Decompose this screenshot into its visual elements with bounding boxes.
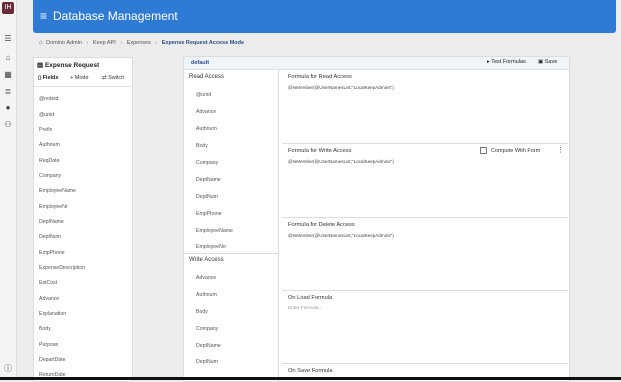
write-formula-box[interactable]: Formula for Write Access @IsMember(@User… — [282, 143, 568, 218]
list-item[interactable]: Body — [196, 309, 208, 315]
tab-fields[interactable]: ▯ Fields — [38, 75, 58, 81]
breadcrumb-item[interactable]: Expenses — [127, 40, 151, 46]
breadcrumb-separator: › — [155, 40, 158, 46]
fields-panel: ▤ Expense Request ▯ Fields + Mode ⇄ Swit… — [33, 57, 133, 382]
switch-icon: ⇄ — [102, 75, 107, 81]
breadcrumb-current: Expense Request Access Mode — [161, 40, 245, 46]
list-item[interactable]: Explanation — [39, 311, 66, 317]
list-item[interactable]: EstCost — [39, 280, 57, 286]
save-button[interactable]: ▣ Save — [538, 59, 557, 65]
breadcrumb: ⌂ Domino Admin › Keep API › Expenses › E… — [39, 40, 244, 46]
list-item[interactable]: DepartDate — [39, 357, 66, 363]
fields-icon: ▯ — [38, 75, 42, 81]
breadcrumb-item[interactable]: Domino Admin — [46, 40, 82, 46]
list-item[interactable]: EmployeeNr — [39, 204, 68, 210]
compute-with-form-checkbox[interactable]: Compute With Form — [480, 147, 540, 154]
list-item[interactable]: DeptNum — [196, 359, 218, 365]
read-access-title: Read Access — [189, 74, 225, 80]
onload-formula-label: On Load Formula — [288, 295, 333, 301]
list-item[interactable]: Body — [196, 143, 208, 149]
user-icon[interactable]: ● — [3, 103, 13, 113]
list-item[interactable]: EmpPhone — [39, 250, 65, 256]
form-icon: ▤ — [37, 62, 44, 69]
formula-panel: default ▸ Test Formulas ▣ Save Read Acce… — [183, 56, 570, 382]
mode-name: default — [191, 60, 210, 66]
list-item[interactable]: DeptName — [196, 343, 221, 349]
list-item[interactable]: Company — [196, 326, 218, 332]
list-item[interactable]: ExpenseDescription — [39, 265, 85, 271]
plus-icon: + — [70, 75, 74, 81]
list-item[interactable]: DeptName — [196, 177, 221, 183]
group-icon[interactable]: ⚇ — [3, 120, 13, 130]
list-item[interactable]: DeptName — [39, 219, 64, 225]
list-item[interactable]: Company — [39, 173, 61, 179]
left-rail: IH ☰ ⌂ ▦ ≣ ● ⚇ ⓘ — [0, 0, 17, 380]
list-item[interactable]: EmployeeName — [39, 188, 76, 194]
list-item[interactable]: EmployeeNo — [196, 244, 226, 250]
read-formula-code[interactable]: @IsMember(@UserNamesList;"LocalKeepAdmin… — [288, 85, 394, 90]
list-item[interactable]: Authnum — [196, 292, 217, 298]
form-title: ▤ Expense Request — [37, 62, 100, 69]
list-item[interactable]: DeptNum — [196, 194, 218, 200]
breadcrumb-item[interactable]: Keep API — [93, 40, 116, 46]
column-divider — [278, 69, 279, 381]
table-icon[interactable]: ▦ — [3, 70, 13, 80]
tab-mode[interactable]: + Mode — [70, 75, 89, 81]
onload-formula-input[interactable]: Enter Formula... — [288, 306, 322, 311]
list-item[interactable]: Advance — [196, 109, 216, 115]
onload-formula-box[interactable]: On Load Formula Enter Formula... — [282, 290, 568, 364]
app-header: ≡ Database Management — [33, 0, 616, 33]
checkbox-icon — [480, 147, 487, 154]
list-item[interactable]: Advance — [196, 275, 216, 281]
page-title: Database Management — [53, 9, 178, 23]
list-item[interactable]: Body — [39, 326, 51, 332]
info-icon[interactable]: ⓘ — [3, 364, 13, 374]
list-item[interactable]: Authnum — [196, 126, 217, 132]
breadcrumb-separator: › — [120, 40, 123, 46]
list-item[interactable]: Authnum — [39, 142, 60, 148]
play-icon: ▸ — [487, 59, 490, 65]
formula-toolbar: default ▸ Test Formulas ▣ Save — [184, 57, 569, 70]
panel-tabs: ▯ Fields + Mode ⇄ Switch — [34, 72, 132, 87]
list-item[interactable]: Purpose — [39, 342, 58, 348]
home-icon: ⌂ — [39, 40, 43, 46]
list-item[interactable]: EmployeeName — [196, 228, 233, 234]
list-item[interactable]: Prefix — [39, 127, 52, 133]
breadcrumb-separator: › — [86, 40, 89, 46]
list-item[interactable]: @noteid — [39, 96, 58, 102]
hamburger-icon[interactable]: ≡ — [40, 9, 47, 23]
list-icon[interactable]: ≣ — [3, 87, 13, 97]
tab-switch[interactable]: ⇄ Switch — [102, 75, 124, 81]
divider — [184, 253, 278, 254]
list-item[interactable]: @unid — [39, 112, 54, 118]
list-item[interactable]: @unid — [196, 92, 211, 98]
delete-formula-box[interactable]: Formula for Delete Access @IsMember(@Use… — [282, 217, 568, 291]
write-access-title: Write Access — [189, 257, 224, 263]
delete-formula-code[interactable]: @IsMember(@UserNamesList;"LocalKeepAdmin… — [288, 233, 394, 238]
more-options-icon[interactable]: ⋮ — [557, 146, 564, 154]
onsave-formula-label: On Save Formula — [288, 368, 333, 374]
write-formula-label: Formula for Write Access — [288, 148, 352, 154]
list-item[interactable]: Company — [196, 160, 218, 166]
list-item[interactable]: Advance — [39, 296, 59, 302]
read-formula-box[interactable]: Formula for Read Access @IsMember(@UserN… — [282, 70, 568, 143]
app-logo[interactable]: IH — [2, 2, 14, 14]
menu-icon[interactable]: ☰ — [3, 34, 13, 44]
list-item[interactable]: ReqDate — [39, 158, 59, 164]
delete-formula-label: Formula for Delete Access — [288, 222, 355, 228]
list-item[interactable]: DeptNum — [39, 234, 61, 240]
read-formula-label: Formula for Read Access — [288, 74, 352, 80]
test-formulas-button[interactable]: ▸ Test Formulas — [487, 59, 526, 65]
write-formula-code[interactable]: @IsMember(@UserNamesList;"LocalKeepAdmin… — [288, 159, 394, 164]
home-icon[interactable]: ⌂ — [3, 53, 13, 63]
save-icon: ▣ — [538, 59, 544, 65]
list-item[interactable]: EmpPhone — [196, 211, 222, 217]
